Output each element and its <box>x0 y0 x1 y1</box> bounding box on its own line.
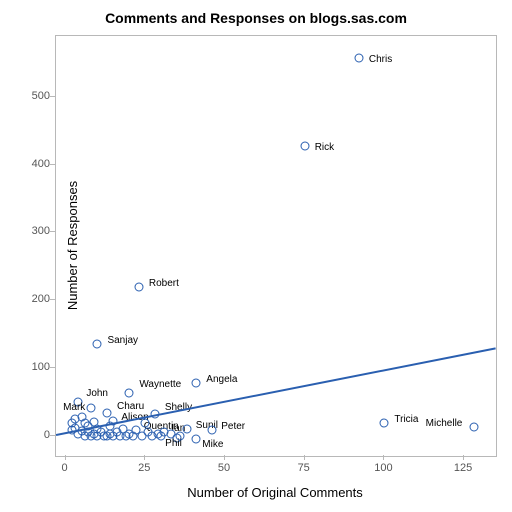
x-tick: 50 <box>218 462 230 474</box>
point-label: Mike <box>202 439 223 450</box>
point-label: Michelle <box>426 418 463 429</box>
point-label: Angela <box>206 374 237 385</box>
point-label: Rick <box>315 142 334 153</box>
x-axis-label: Number of Original Comments <box>55 485 495 500</box>
y-tick: 0 <box>44 429 50 441</box>
x-tick: 0 <box>62 462 68 474</box>
x-tick: 125 <box>454 462 472 474</box>
y-tick: 400 <box>32 158 50 170</box>
data-point <box>192 435 201 444</box>
y-tick: 500 <box>32 90 50 102</box>
data-point <box>300 141 309 150</box>
y-tick: 300 <box>32 225 50 237</box>
point-label: Peter <box>221 421 245 432</box>
data-point <box>192 378 201 387</box>
data-point <box>208 425 217 434</box>
point-label: Chris <box>369 54 392 65</box>
point-label: Tricia <box>394 414 418 425</box>
x-tick: 25 <box>138 462 150 474</box>
data-point <box>141 419 150 428</box>
data-point <box>469 422 478 431</box>
chart-title: Comments and Responses on blogs.sas.com <box>0 10 512 26</box>
point-label: Robert <box>149 278 179 289</box>
data-point <box>166 429 175 438</box>
y-axis-label: Number of Responses <box>8 35 137 455</box>
y-tick: 100 <box>32 361 50 373</box>
point-label: Waynette <box>139 379 181 390</box>
x-tick: 100 <box>374 462 392 474</box>
data-point <box>176 431 185 440</box>
data-point <box>380 419 389 428</box>
scatter-chart: Comments and Responses on blogs.sas.com … <box>0 0 512 512</box>
y-tick: 200 <box>32 293 50 305</box>
data-point <box>354 53 363 62</box>
x-tick: 75 <box>298 462 310 474</box>
data-point <box>157 431 166 440</box>
